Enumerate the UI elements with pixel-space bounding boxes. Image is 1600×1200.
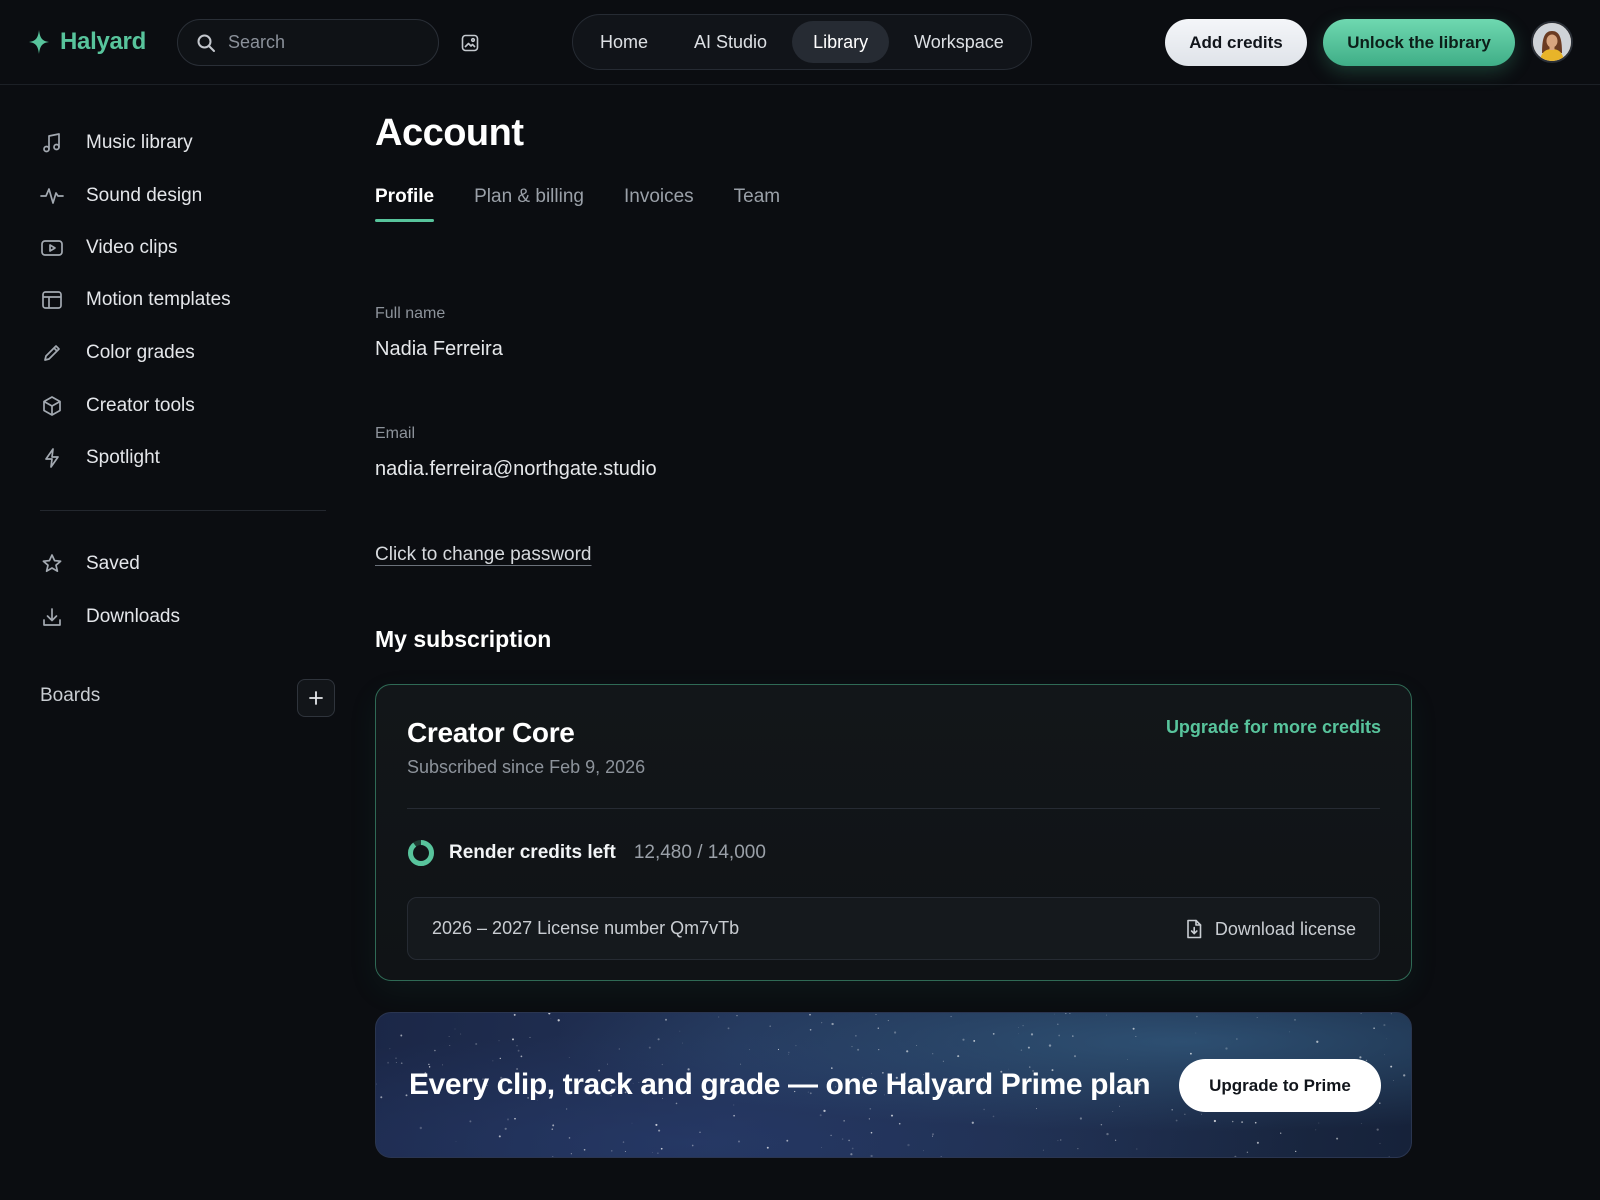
waveform-icon: [40, 184, 64, 208]
sidebar-item-creator-tools[interactable]: Creator tools: [40, 386, 330, 426]
full-name-label: Full name: [375, 305, 446, 322]
sidebar-item-label: Music library: [86, 132, 193, 153]
cube-icon: [40, 394, 64, 418]
upgrade-to-prime-button[interactable]: Upgrade to Prime: [1179, 1059, 1381, 1112]
plan-name: Creator Core: [407, 717, 575, 748]
page-title: Account: [375, 112, 524, 154]
upgrade-credits-link[interactable]: Upgrade for more credits: [1166, 717, 1381, 738]
sidebar-item-saved[interactable]: Saved: [40, 544, 330, 584]
top-header: Halyard Home AI Studio Library Workspace…: [0, 0, 1600, 85]
credits-row: Render credits left 12,480 / 14,000: [407, 838, 766, 868]
sidebar-item-label: Sound design: [86, 185, 203, 206]
sidebar-item-label: Saved: [86, 553, 140, 574]
sidebar-item-label: Spotlight: [86, 447, 160, 468]
unlock-library-button[interactable]: Unlock the library: [1323, 19, 1515, 66]
full-name-value: Nadia Ferreira: [375, 338, 503, 360]
card-divider: [407, 808, 1380, 809]
plus-icon: [309, 691, 323, 705]
tab-plan-billing[interactable]: Plan & billing: [474, 186, 584, 222]
credits-label: Render credits left: [449, 842, 616, 863]
sidebar-item-label: Downloads: [86, 606, 180, 627]
nav-ai-studio[interactable]: AI Studio: [673, 21, 788, 63]
sidebar-item-music-library[interactable]: Music library: [40, 123, 330, 163]
add-credits-button[interactable]: Add credits: [1165, 19, 1307, 66]
play-icon: [40, 236, 64, 260]
sidebar-item-spotlight[interactable]: Spotlight: [40, 438, 330, 478]
brand-name: Halyard: [60, 28, 146, 55]
sidebar-item-label: Motion templates: [86, 289, 231, 310]
license-row: 2026 – 2027 License number Qm7vTb Downlo…: [407, 897, 1380, 960]
add-board-button[interactable]: [297, 679, 335, 717]
sidebar: Music library Sound design Video clips M…: [0, 85, 345, 1200]
email-value: nadia.ferreira@northgate.studio: [375, 458, 657, 480]
sidebar-item-label: Video clips: [86, 237, 178, 258]
download-license-button[interactable]: Download license: [1185, 915, 1356, 943]
music-note-icon: [40, 131, 64, 155]
prime-promo-banner: Every clip, track and grade — one Halyar…: [375, 1012, 1412, 1158]
credits-value: 12,480 / 14,000: [633, 842, 766, 863]
sparkle-icon: [28, 29, 50, 55]
boards-label: Boards: [40, 685, 101, 706]
credits-ring-icon: [407, 839, 435, 867]
search-icon: [196, 33, 216, 53]
download-license-label: Download license: [1214, 918, 1356, 939]
sidebar-item-motion-templates[interactable]: Motion templates: [40, 280, 330, 320]
image-search-icon[interactable]: [460, 33, 480, 53]
brand-logo[interactable]: Halyard: [28, 26, 146, 58]
nav-library[interactable]: Library: [792, 21, 890, 63]
nav-home[interactable]: Home: [579, 21, 669, 63]
layout-icon: [40, 288, 64, 312]
file-download-icon: [1185, 919, 1203, 939]
pencil-icon: [40, 341, 64, 365]
sidebar-item-sound-design[interactable]: Sound design: [40, 176, 330, 216]
lightning-icon: [40, 446, 64, 470]
sidebar-divider: [40, 510, 326, 511]
sidebar-item-color-grades[interactable]: Color grades: [40, 333, 330, 373]
tab-invoices[interactable]: Invoices: [624, 186, 694, 222]
search-bar[interactable]: [177, 19, 479, 66]
sidebar-item-label: Creator tools: [86, 395, 195, 416]
account-tabs: Profile Plan & billing Invoices Team: [375, 186, 780, 226]
sidebar-item-label: Color grades: [86, 342, 195, 363]
change-password-link[interactable]: Click to change password: [375, 544, 592, 566]
tab-team[interactable]: Team: [734, 186, 780, 222]
promo-text: Every clip, track and grade — one Halyar…: [409, 1068, 1151, 1101]
download-icon: [40, 605, 64, 629]
star-icon: [40, 552, 64, 576]
subscription-heading: My subscription: [375, 626, 552, 652]
license-text: 2026 – 2027 License number Qm7vTb: [432, 918, 740, 938]
nav-workspace[interactable]: Workspace: [893, 21, 1025, 63]
tab-profile[interactable]: Profile: [375, 186, 435, 222]
sidebar-item-downloads[interactable]: Downloads: [40, 597, 330, 637]
avatar[interactable]: [1531, 21, 1573, 63]
email-label: Email: [375, 425, 416, 442]
subscription-card: Creator Core Subscribed since Feb 9, 202…: [375, 684, 1412, 981]
main-nav: Home AI Studio Library Workspace: [572, 14, 1032, 70]
plan-since: Subscribed since Feb 9, 2026: [407, 757, 646, 777]
sidebar-item-video-clips[interactable]: Video clips: [40, 228, 330, 268]
search-input[interactable]: [228, 32, 460, 53]
